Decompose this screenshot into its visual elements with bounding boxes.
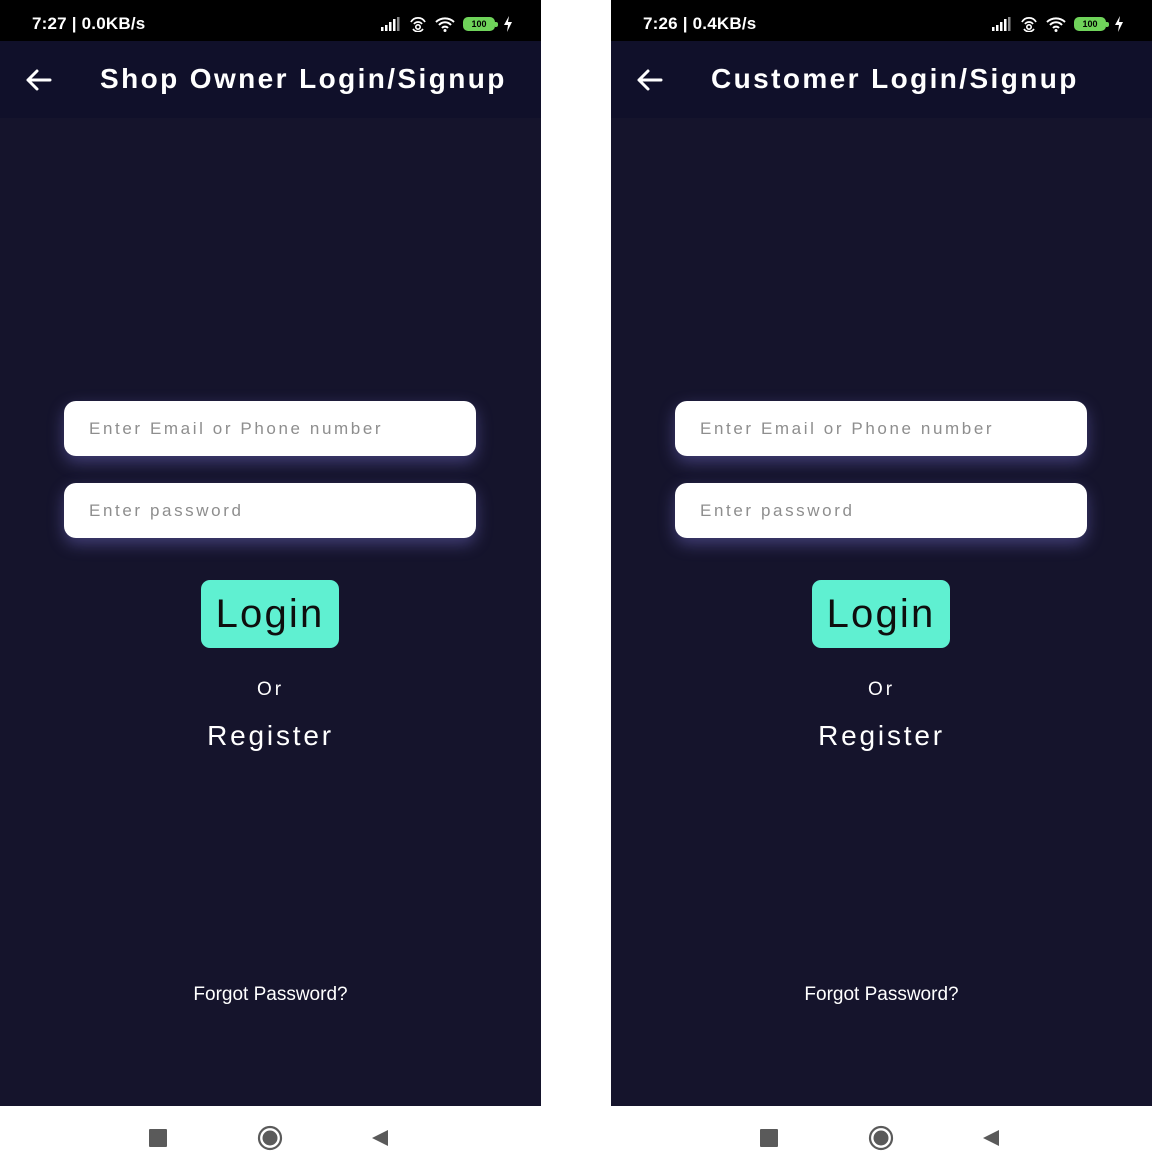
app-bar: Shop Owner Login/Signup bbox=[0, 41, 541, 118]
recents-icon[interactable] bbox=[760, 1129, 778, 1147]
password-field[interactable] bbox=[675, 483, 1087, 538]
login-button[interactable]: Login bbox=[812, 580, 950, 648]
password-field[interactable] bbox=[64, 483, 476, 538]
register-link[interactable]: Register bbox=[0, 720, 541, 752]
email-field-container bbox=[64, 401, 476, 456]
email-field-container bbox=[675, 401, 1087, 456]
login-form: Login Or Register Forgot Password? bbox=[611, 118, 1152, 1106]
login-button[interactable]: Login bbox=[201, 580, 339, 648]
page-title: Customer Login/Signup bbox=[711, 63, 1079, 94]
back-triangle-icon[interactable] bbox=[371, 1129, 389, 1147]
battery-icon: 100 bbox=[1074, 17, 1109, 31]
signal-icon bbox=[381, 17, 400, 31]
hotspot-icon bbox=[410, 16, 426, 32]
status-bar: 7:27 | 0.0KB/s 100 bbox=[0, 0, 541, 41]
recents-icon[interactable] bbox=[149, 1129, 167, 1147]
status-time: 7:27 | 0.0KB/s bbox=[32, 14, 146, 33]
page-title: Shop Owner Login/Signup bbox=[100, 63, 507, 94]
forgot-password-link[interactable]: Forgot Password? bbox=[611, 984, 1152, 1006]
status-icons: 100 bbox=[992, 13, 1124, 35]
system-nav-bar bbox=[611, 1106, 1152, 1170]
arrow-left-icon[interactable] bbox=[635, 65, 665, 95]
battery-icon: 100 bbox=[463, 17, 498, 31]
signal-icon bbox=[992, 17, 1011, 31]
email-field[interactable] bbox=[675, 401, 1087, 456]
customer-screen: 7:26 | 0.4KB/s 100 Customer Login/Signup… bbox=[611, 0, 1152, 1170]
home-icon[interactable] bbox=[868, 1125, 894, 1151]
status-time: 7:26 | 0.4KB/s bbox=[643, 14, 757, 33]
password-field-container bbox=[675, 483, 1087, 538]
back-triangle-icon[interactable] bbox=[982, 1129, 1000, 1147]
hotspot-icon bbox=[1021, 16, 1037, 32]
or-label: Or bbox=[867, 679, 896, 700]
charging-icon bbox=[1115, 16, 1123, 32]
forgot-password-link[interactable]: Forgot Password? bbox=[0, 984, 541, 1006]
system-nav-bar bbox=[0, 1106, 541, 1170]
home-icon[interactable] bbox=[257, 1125, 283, 1151]
wifi-icon bbox=[435, 16, 455, 32]
email-field[interactable] bbox=[64, 401, 476, 456]
arrow-left-icon[interactable] bbox=[24, 65, 54, 95]
status-bar: 7:26 | 0.4KB/s 100 bbox=[611, 0, 1152, 41]
wifi-icon bbox=[1046, 16, 1066, 32]
password-field-container bbox=[64, 483, 476, 538]
app-bar: Customer Login/Signup bbox=[611, 41, 1152, 118]
shop-owner-screen: 7:27 | 0.0KB/s 100 Shop Owner Login/Sign… bbox=[0, 0, 541, 1170]
charging-icon bbox=[504, 16, 512, 32]
login-form: Login Or Register Forgot Password? bbox=[0, 118, 541, 1106]
register-link[interactable]: Register bbox=[611, 720, 1152, 752]
or-label: Or bbox=[256, 679, 285, 700]
status-icons: 100 bbox=[381, 13, 513, 35]
